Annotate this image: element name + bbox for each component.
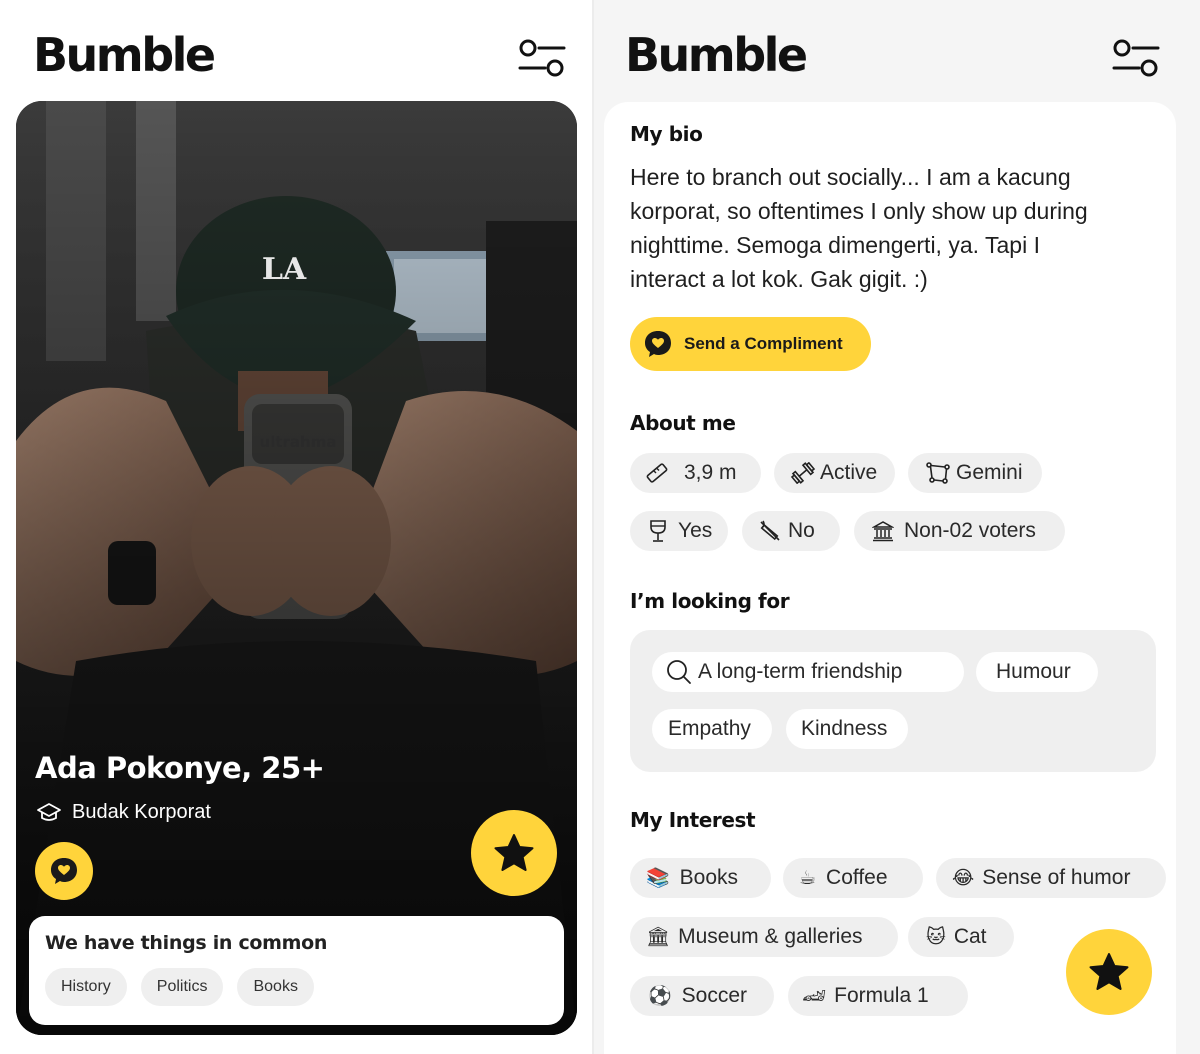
about-chip-label: Gemini [956,461,1023,484]
ruler-icon [646,463,668,483]
filter-settings-icon[interactable] [518,38,566,80]
interest-chip-humor: 😂 Sense of humor [936,858,1166,898]
compliment-heart-icon [51,858,77,884]
soccer-ball-icon: ⚽ [648,985,672,1007]
common-chip-history: History [45,968,127,1006]
cat-icon: 🐱 [926,926,946,948]
interest-chip-museum: 🏛 Museum & galleries [630,917,898,957]
about-chip-zodiac: Gemini [908,453,1042,493]
search-icon [667,660,691,684]
about-chip-drinking: Yes [630,511,728,551]
about-heading: About me [630,411,736,435]
bio-line: interact a lot kok. Gak gigit. :) [630,266,928,292]
about-chip-politics: Non-02 voters [854,511,1065,551]
send-compliment-label: Send a Compliment [684,334,843,353]
graduation-cap-icon [37,802,61,821]
looking-chip-label: A long-term friendship [698,660,903,683]
common-chip-politics: Politics [140,968,224,1006]
bio-line: Here to branch out socially... I am a ka… [630,164,1071,190]
looking-chip-humour: Humour [976,652,1098,692]
wine-glass-icon [650,520,666,542]
looking-heading: I’m looking for [630,589,790,613]
bio-heading: My bio [630,122,703,146]
interest-chip-label: Cat [953,925,987,948]
common-chip-books: Books [237,968,314,1006]
profile-details-screen: Bumble My bio Here to branch out sociall… [594,0,1200,1054]
phone-case-text: ultrahma [260,433,337,451]
about-chip-label: Active [820,461,878,484]
interest-chip-soccer: ⚽ Soccer [630,976,774,1016]
star-icon [1089,953,1129,990]
institution-icon [872,521,894,542]
dumbbell-icon [790,462,816,484]
looking-for-box: A long-term friendship Humour Empathy Ki… [630,630,1156,772]
about-chip-height: 3,9 m [630,453,761,493]
profile-photo: LA ultrahma [16,101,577,1035]
about-chip-label: Yes [678,519,713,542]
books-icon: 📚 [646,867,670,889]
compliment-heart-icon [645,331,671,357]
about-chip-exercise: Active [774,453,895,493]
looking-chip-kindness: Kindness [786,709,908,749]
profile-details-panel: My bio Here to branch out socially... I … [604,102,1176,1054]
interest-chip-cat: 🐱 Cat [908,917,1014,957]
interest-chip-coffee: ☕ Coffee [783,858,923,898]
superswipe-button[interactable] [1066,929,1152,1015]
bio-line: korporat, so oftentimes I only show up d… [630,198,1088,224]
interest-chip-label: Coffee [826,866,888,889]
bio-line: nighttime. Semoga dimengerti, ya. Tapi I [630,232,1040,258]
interest-chip-label: Books [679,866,739,889]
filter-settings-icon[interactable] [1112,38,1160,80]
cap-logo-text: LA [262,252,307,287]
bio-text: Here to branch out socially... I am a ka… [630,160,1150,296]
interest-chip-label: Sense of humor [982,866,1131,889]
interest-chip-label: Soccer [681,984,748,1007]
compliment-button[interactable] [35,842,93,900]
profile-card[interactable]: LA ultrahma Ada Pokonye, 25+ Budak Korpo… [16,101,577,1035]
profile-name: Ada Pokonye, 25+ [35,751,325,785]
bumble-logo: Bumble [625,28,808,82]
send-compliment-button[interactable]: Send a Compliment [630,317,871,371]
no-smoking-icon [760,520,780,541]
interest-chip-formula1: 🏎 Formula 1 [788,976,968,1016]
about-chip-smoking: No [742,511,840,551]
interest-chip-books: 📚 Books [630,858,771,898]
about-chip-label: 3,9 m [684,461,737,484]
laughing-face-icon: 😂 [952,867,975,889]
museum-icon: 🏛 [646,926,671,948]
profile-card-screen: Bumble LA ultrahma Ada Pokonye, 25+ Buda… [0,0,592,1054]
education-label: Budak Korporat [72,801,211,823]
coffee-icon: ☕ [799,867,817,889]
about-chip-label: No [788,519,815,542]
interests-heading: My Interest [630,808,756,832]
bumble-logo: Bumble [33,28,216,82]
looking-chip-empathy: Empathy [652,709,772,749]
race-car-icon: 🏎 [802,985,827,1007]
interest-chip-label: Museum & galleries [678,925,863,948]
about-chip-label: Non-02 voters [904,519,1036,542]
star-icon [494,834,534,871]
common-interests-box: We have things in common History Politic… [29,916,564,1025]
looking-chip-friendship: A long-term friendship [652,652,964,692]
profile-education: Budak Korporat [36,801,211,824]
superswipe-button[interactable] [471,810,557,896]
zodiac-icon [926,462,950,484]
interest-chip-label: Formula 1 [834,984,929,1007]
common-title: We have things in common [45,932,328,954]
